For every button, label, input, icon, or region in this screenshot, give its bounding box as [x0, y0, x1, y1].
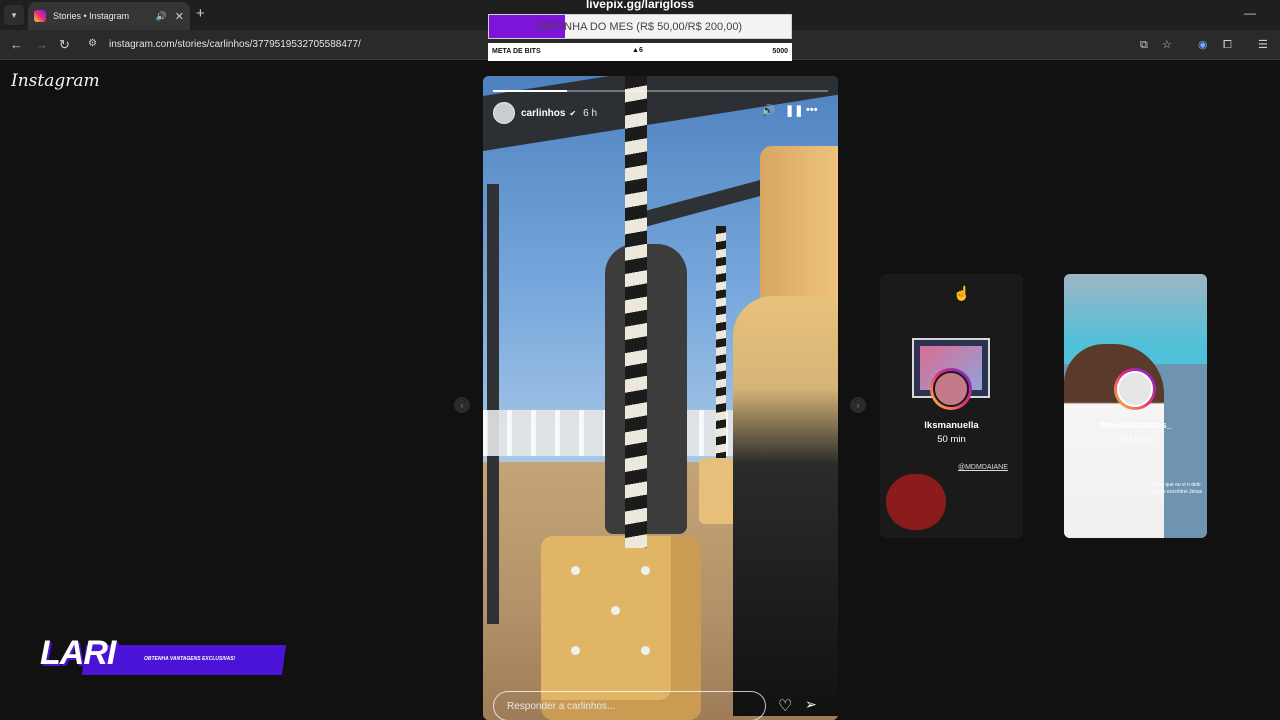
story-progress-bar	[493, 90, 828, 92]
avatar	[1114, 368, 1156, 410]
sidebar-toggle-icon[interactable]: ☰	[1258, 38, 1268, 52]
tab-search-button[interactable]: ▾	[4, 5, 24, 25]
dice-dot	[611, 606, 620, 615]
back-arrow-icon[interactable]: ←	[10, 37, 23, 53]
bits-current: ▲6	[632, 47, 643, 54]
preview-time: 50 min	[1121, 434, 1150, 445]
story-photo-post	[487, 184, 499, 624]
default-avatar-icon	[1117, 371, 1153, 407]
preview-username: theodossantos_	[1099, 420, 1172, 431]
bits-goal-value: 5000	[772, 48, 788, 55]
story-photo-pole	[625, 76, 647, 548]
preview-time: 50 min	[937, 434, 966, 445]
preview-username: lksmanuella	[924, 420, 979, 431]
story-progress-fill	[493, 90, 567, 92]
instagram-logo[interactable]: Instagram	[11, 71, 100, 91]
send-icon[interactable]: ➢	[805, 696, 817, 713]
story-photo-blonde-person	[733, 296, 838, 716]
overlay-title: livepix.gg/larigloss	[585, 0, 695, 11]
new-tab-button[interactable]: +	[196, 6, 205, 22]
dice-dot	[641, 566, 650, 575]
story-photo-pole-back	[716, 226, 726, 476]
hand-cursor-icon: ☝	[953, 285, 971, 301]
speaker-icon[interactable]: 🔊	[156, 11, 167, 22]
install-app-icon[interactable]: ⧉	[1140, 38, 1148, 52]
heart-icon[interactable]: ♡	[778, 696, 792, 716]
story-viewer[interactable]: carlinhos ✔ 6 h 🔊 ❚❚ ••• Responder a car…	[483, 76, 838, 720]
stream-goal-overlay: livepix.gg/larigloss METINHA DO MES (R$ …	[488, 0, 792, 62]
preview-photo-chair	[886, 474, 946, 530]
brand-tagline: OBTENHA VANTAGENS EXCLUSIVAS!	[144, 656, 236, 662]
reload-icon[interactable]: ↻	[59, 37, 70, 53]
story-header: carlinhos ✔ 6 h	[493, 100, 828, 126]
avatar[interactable]	[493, 102, 515, 124]
preview-mention-tag: @MDMDAIANE	[958, 464, 1008, 471]
browser-tab-instagram[interactable]: Stories • Instagram 🔊 ✕	[28, 2, 190, 30]
bits-goal-bar: META DE BITS ▲6 5000	[488, 43, 792, 61]
close-tab-icon[interactable]: ✕	[175, 10, 184, 23]
extension-icon[interactable]: ◉	[1198, 38, 1208, 52]
window-minimize-button[interactable]: —	[1244, 6, 1256, 20]
dice-dot	[571, 566, 580, 575]
instagram-favicon-icon	[34, 10, 46, 22]
bits-label: META DE BITS	[492, 48, 541, 55]
pause-icon[interactable]: ❚❚	[785, 104, 803, 117]
story-preview-lksmanuella[interactable]: @MDMDAIANE lksmanuella 50 min	[880, 274, 1023, 538]
next-story-arrow-icon[interactable]: ›	[850, 397, 866, 413]
story-time: 6 h	[583, 107, 598, 119]
goal-progress-bar: METINHA DO MES (R$ 50,00/R$ 200,00)	[488, 14, 792, 39]
more-options-icon[interactable]: •••	[806, 104, 818, 116]
avatar	[930, 368, 972, 410]
preview-caption: O dia que eu vi o dele quase encontrei J…	[1152, 482, 1203, 495]
story-username[interactable]: carlinhos	[521, 108, 565, 119]
avatar-image	[933, 371, 969, 407]
site-info-icon[interactable]: ⚙	[88, 38, 100, 50]
story-preview-theodossantos[interactable]: O dia que eu vi o dele quase encontrei J…	[1064, 274, 1207, 538]
stream-brand-overlay: LARI OBTENHA VANTAGENS EXCLUSIVAS!	[40, 632, 287, 680]
previous-story-arrow-icon[interactable]: ‹	[454, 397, 470, 413]
verified-icon: ✔	[569, 108, 577, 118]
bits-current-value: 6	[638, 47, 643, 54]
address-bar[interactable]: instagram.com/stories/carlinhos/37795195…	[109, 39, 361, 50]
mute-icon[interactable]: 🔊	[761, 104, 775, 117]
brand-logo: LARI	[40, 634, 116, 672]
extensions-puzzle-icon[interactable]: ⧠	[1223, 38, 1232, 52]
dice-dot	[571, 646, 580, 655]
goal-label: METINHA DO MES (R$ 50,00/R$ 200,00)	[537, 21, 743, 33]
tab-title: Stories • Instagram	[53, 11, 130, 21]
dice-dot	[641, 646, 650, 655]
forward-arrow-icon[interactable]: →	[35, 37, 48, 53]
reply-input[interactable]: Responder a carlinhos...	[493, 691, 766, 720]
bookmark-star-icon[interactable]: ☆	[1162, 38, 1172, 52]
